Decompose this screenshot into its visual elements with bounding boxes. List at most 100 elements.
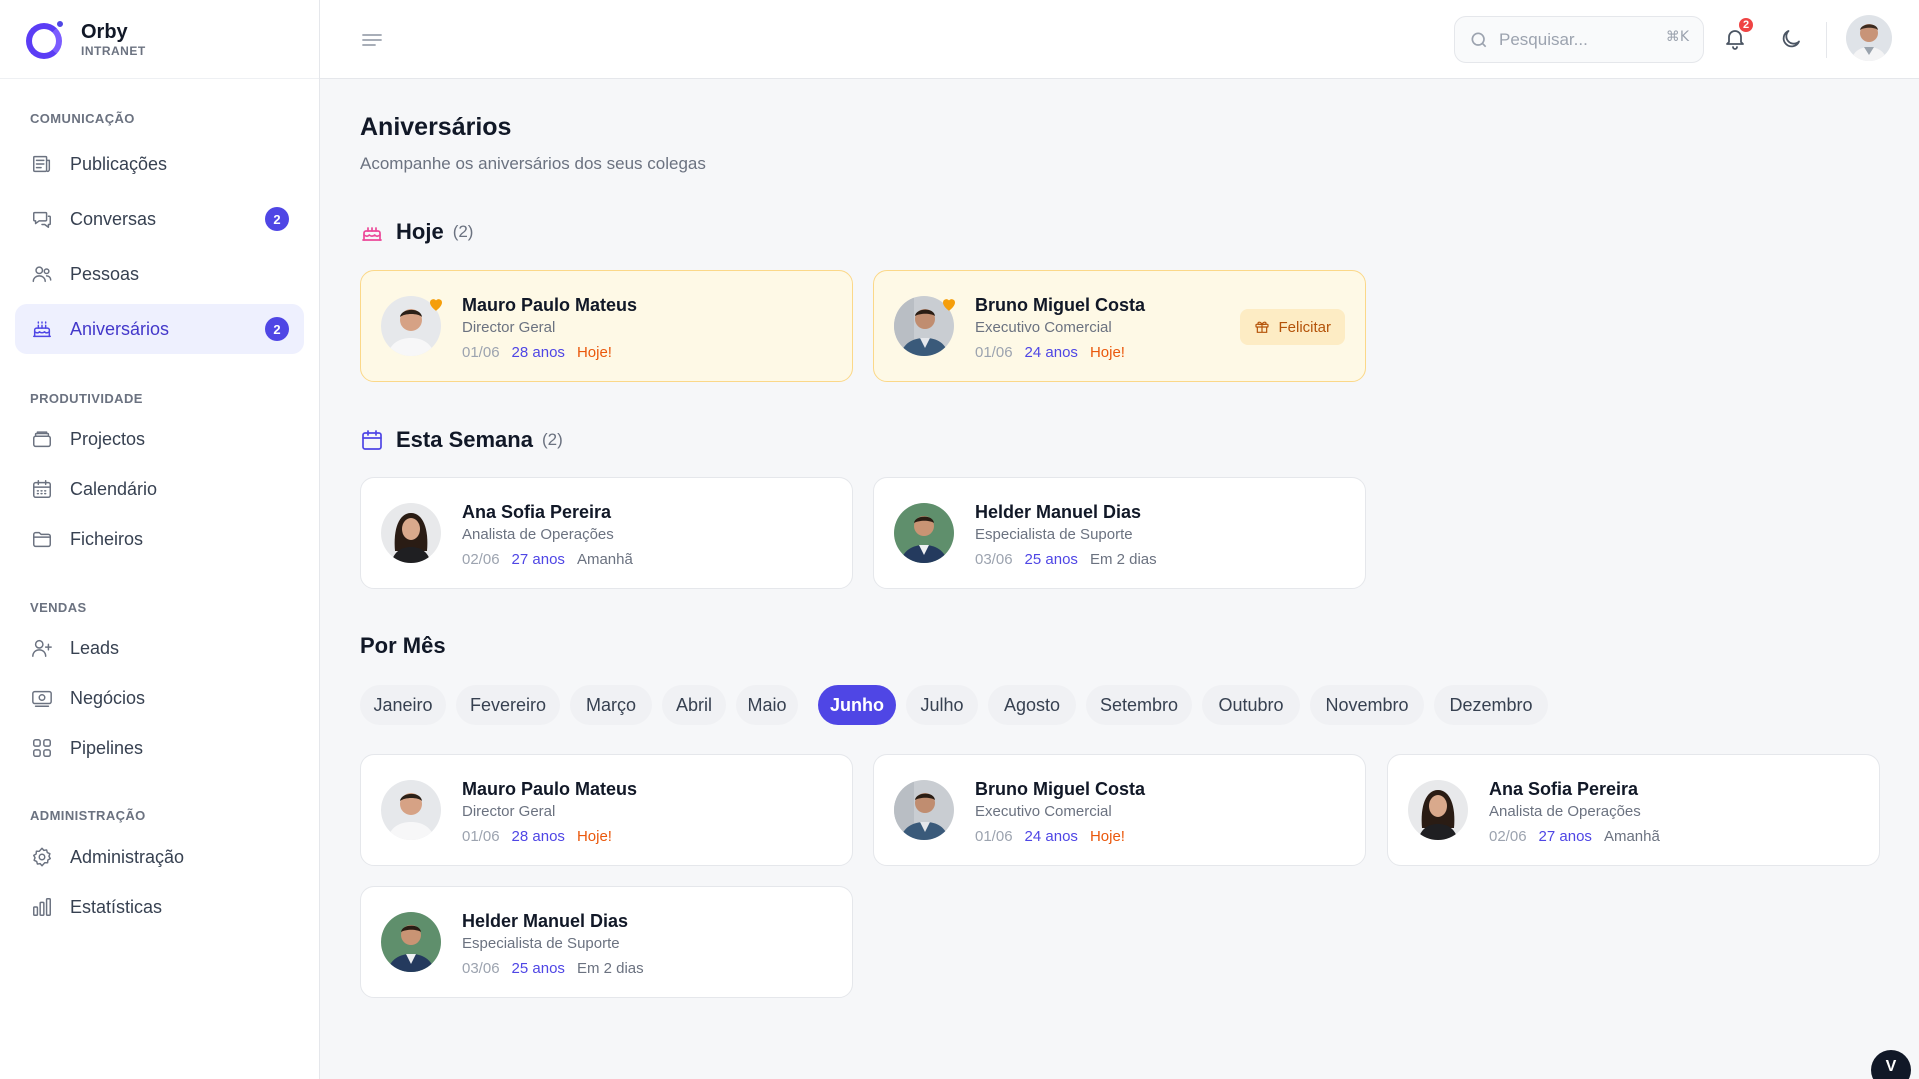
section-month-header: Por Mês: [360, 633, 446, 659]
month-tab-fevereiro[interactable]: Fevereiro: [456, 685, 560, 725]
devtools-toggle-button[interactable]: V: [1871, 1050, 1911, 1079]
birthday-date: 02/06: [1489, 828, 1527, 845]
heart-icon: [430, 299, 442, 311]
sidebar-item-pessoas[interactable]: Pessoas: [15, 249, 304, 299]
birthday-card[interactable]: Mauro Paulo Mateus Director Geral 01/06 …: [360, 270, 853, 382]
section-today-header: Hoje (2): [360, 219, 473, 245]
theme-toggle-button[interactable]: [1779, 27, 1805, 53]
month-tab-abril[interactable]: Abril: [662, 685, 726, 725]
person-age: 28 anos: [511, 344, 565, 361]
birthday-card[interactable]: Mauro Paulo Mateus Director Geral 01/06 …: [360, 754, 853, 866]
sidebar-item-label: Conversas: [70, 208, 157, 229]
sidebar-item-label: Estatísticas: [70, 896, 163, 917]
menu-toggle-icon[interactable]: [360, 28, 384, 52]
user-avatar[interactable]: [1846, 15, 1892, 61]
section-title: Hoje: [396, 219, 444, 244]
person-name: Bruno Miguel Costa: [975, 779, 1145, 799]
brand[interactable]: Orby INTRANET: [0, 0, 319, 79]
user-plus-icon: [30, 636, 54, 660]
person-role: Analista de Operações: [1489, 803, 1641, 820]
section-count: (2): [452, 222, 474, 241]
person-age: 28 anos: [511, 828, 565, 845]
birthday-date: 01/06: [462, 344, 500, 361]
month-tab-junho[interactable]: Junho: [818, 685, 896, 725]
birthday-card[interactable]: Bruno Miguel Costa Executivo Comercial 0…: [873, 270, 1366, 382]
people-icon: [30, 262, 54, 286]
person-role: Especialista de Suporte: [975, 526, 1133, 543]
person-role: Analista de Operações: [462, 526, 614, 543]
person-role: Director Geral: [462, 803, 556, 820]
section-title-administracao: ADMINISTRAÇÃO: [30, 808, 146, 823]
person-age: 25 anos: [511, 960, 565, 977]
sidebar-item-leads[interactable]: Leads: [15, 623, 304, 673]
month-tab-julho[interactable]: Julho: [906, 685, 978, 725]
sidebar-item-pipelines[interactable]: Pipelines: [15, 723, 304, 773]
conversas-count-badge: 2: [265, 207, 289, 231]
section-title-produtividade: PRODUTIVIDADE: [30, 391, 143, 406]
sidebar-item-label: Negócios: [70, 687, 146, 708]
person-age: 27 anos: [511, 551, 565, 568]
birthday-card[interactable]: Helder Manuel Dias Especialista de Supor…: [360, 886, 853, 998]
heart-icon: [943, 299, 955, 311]
folder-icon: [30, 527, 54, 551]
month-tab-novembro[interactable]: Novembro: [1310, 685, 1424, 725]
month-tab-maio[interactable]: Maio: [736, 685, 798, 725]
birthday-when: Em 2 dias: [1089, 551, 1157, 568]
avatar: [381, 780, 441, 840]
sidebar-item-label: Calendário: [70, 478, 158, 499]
birthday-card[interactable]: Bruno Miguel Costa Executivo Comercial 0…: [873, 754, 1366, 866]
month-tab-dezembro[interactable]: Dezembro: [1434, 685, 1548, 725]
month-tab-outubro[interactable]: Outubro: [1202, 685, 1300, 725]
money-icon: [30, 686, 54, 710]
avatar: [1408, 780, 1468, 840]
cake-icon: [362, 227, 382, 241]
sidebar-item-label: Administração: [70, 846, 185, 867]
sidebar-item-label: Leads: [70, 637, 120, 658]
person-role: Executivo Comercial: [975, 319, 1112, 336]
birthday-card[interactable]: Ana Sofia Pereira Analista de Operações …: [360, 477, 853, 589]
month-tab-janeiro[interactable]: Janeiro: [360, 685, 446, 725]
month-tab-agosto[interactable]: Agosto: [988, 685, 1076, 725]
month-tab-marco[interactable]: Março: [570, 685, 652, 725]
sidebar-item-estatisticas[interactable]: Estatísticas: [15, 882, 304, 932]
birthday-when: Amanhã: [576, 551, 633, 568]
sidebar-item-administracao[interactable]: Administração: [15, 832, 304, 882]
birthday-when: Em 2 dias: [576, 960, 644, 977]
section-title-comunicacao: COMUNICAÇÃO: [30, 111, 135, 126]
birthday-when: Hoje!: [576, 828, 612, 845]
sidebar: Orby INTRANET COMUNICAÇÃO Publicações Co…: [0, 0, 320, 1079]
month-tab-setembro[interactable]: Setembro: [1086, 685, 1192, 725]
sidebar-item-projectos[interactable]: Projectos: [15, 414, 304, 464]
person-age: 24 anos: [1024, 828, 1078, 845]
birthday-when: Hoje!: [576, 344, 612, 361]
person-role: Especialista de Suporte: [462, 935, 620, 952]
search-box[interactable]: ⌘K: [1454, 16, 1704, 63]
sidebar-item-conversas[interactable]: Conversas 2: [15, 194, 304, 244]
felicitar-button[interactable]: Felicitar: [1240, 309, 1345, 345]
person-age: 24 anos: [1024, 344, 1078, 361]
birthday-card[interactable]: Helder Manuel Dias Especialista de Supor…: [873, 477, 1366, 589]
search-icon: [1471, 32, 1487, 47]
avatar: [894, 503, 954, 563]
person-name: Mauro Paulo Mateus: [462, 779, 638, 799]
sidebar-item-aniversarios[interactable]: Aniversários 2: [15, 304, 304, 354]
notifications-button[interactable]: 2: [1723, 16, 1755, 54]
sidebar-item-label: Aniversários: [70, 318, 170, 339]
birthday-card[interactable]: Ana Sofia Pereira Analista de Operações …: [1387, 754, 1880, 866]
sidebar-item-publicacoes[interactable]: Publicações: [15, 139, 304, 189]
sidebar-item-calendario[interactable]: Calendário: [15, 464, 304, 514]
person-age: 25 anos: [1024, 551, 1078, 568]
bar-chart-icon: [30, 895, 54, 919]
sidebar-item-ficheiros[interactable]: Ficheiros: [15, 514, 304, 564]
topbar: ⌘K 2: [320, 0, 1919, 79]
brand-name: Orby: [81, 20, 128, 43]
sidebar-item-negocios[interactable]: Negócios: [15, 673, 304, 723]
search-input[interactable]: [1499, 29, 1649, 50]
birthday-when: Amanhã: [1603, 828, 1660, 845]
section-title: Por Mês: [360, 633, 446, 658]
gift-icon: [1255, 321, 1270, 333]
person-role: Director Geral: [462, 319, 556, 336]
person-name: Helder Manuel Dias: [462, 911, 629, 931]
avatar: [894, 780, 954, 840]
avatar: [381, 503, 441, 563]
